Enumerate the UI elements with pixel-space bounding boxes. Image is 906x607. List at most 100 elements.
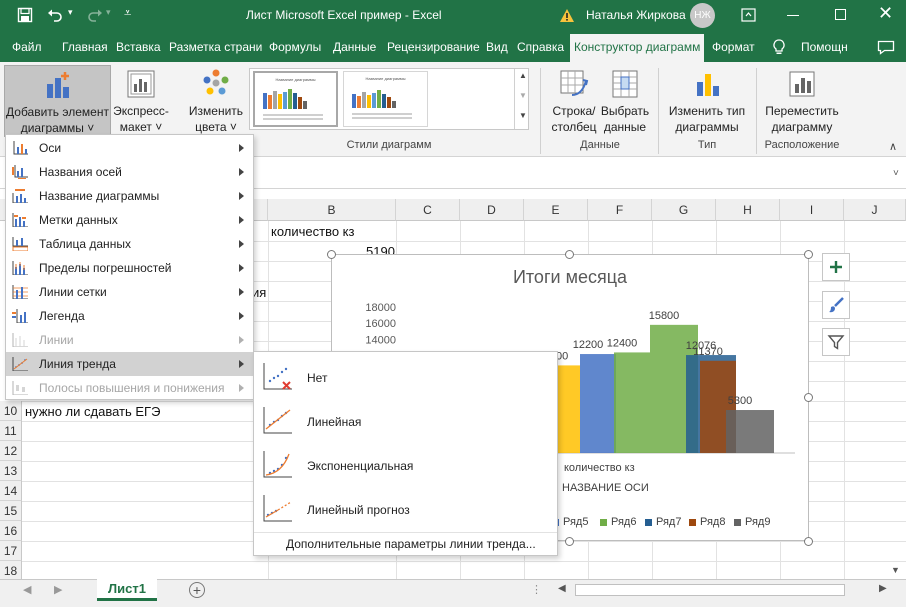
row-header-17[interactable]: 17 xyxy=(0,541,22,561)
user-name[interactable]: Наталья Жиркова xyxy=(586,8,686,22)
menu-item-trendline[interactable]: Линия тренда xyxy=(6,352,253,376)
row-header-13[interactable]: 13 xyxy=(0,461,22,481)
gallery-more-icon[interactable]: ▼ xyxy=(519,111,527,120)
redo-dropdown-icon[interactable]: ▾ xyxy=(106,7,111,18)
row-header-12[interactable]: 12 xyxy=(0,441,22,461)
menu-item-data-table[interactable]: Таблица данных xyxy=(6,232,253,256)
resize-handle-e[interactable] xyxy=(804,393,813,402)
collapse-ribbon-icon[interactable]: ∧ xyxy=(889,140,897,153)
cell-a4-fragment[interactable]: ия xyxy=(252,285,266,300)
data-label[interactable]: 12400 xyxy=(607,337,638,349)
tab-file[interactable]: Файл xyxy=(12,40,42,54)
tab-home[interactable]: Главная xyxy=(62,40,108,54)
row-header-15[interactable]: 15 xyxy=(0,501,22,521)
split-handle-icon[interactable]: ⋮ xyxy=(531,583,542,596)
trendline-linear[interactable]: Линейная xyxy=(254,399,557,441)
column-header-f[interactable]: F xyxy=(588,199,652,221)
data-label[interactable]: 15800 xyxy=(649,310,680,322)
cell-a10[interactable]: нужно ли сдавать ЕГЭ xyxy=(25,404,160,419)
tab-view[interactable]: Вид xyxy=(486,40,508,54)
tab-format[interactable]: Формат xyxy=(712,40,755,54)
customize-qat-icon[interactable]: ⩡ xyxy=(124,5,131,21)
chart-legend[interactable]: Ряд5 Ряд6 Ряд7 Ряд8 Ряд9 xyxy=(552,516,802,530)
hscroll-right-icon[interactable]: ▶ xyxy=(879,583,887,594)
undo-dropdown-icon[interactable]: ▾ xyxy=(68,7,73,18)
chart-bar[interactable] xyxy=(580,354,616,453)
row-header-10[interactable]: 10 xyxy=(0,401,22,421)
hscroll-left-icon[interactable]: ◀ xyxy=(558,583,566,594)
column-header-j[interactable]: J xyxy=(844,199,906,221)
quick-layout-button[interactable]: Экспресс- макет ˅ xyxy=(112,65,170,137)
tab-chart-design[interactable]: Конструктор диаграмм xyxy=(570,34,705,62)
lightbulb-icon[interactable] xyxy=(773,39,785,55)
menu-item-data-labels[interactable]: Метки данных xyxy=(6,208,253,232)
horizontal-scrollbar-thumb[interactable] xyxy=(575,584,845,596)
add-chart-element-button[interactable]: Добавить элемент диаграммы ˅ xyxy=(4,65,111,137)
menu-item-legend[interactable]: Легенда xyxy=(6,304,253,328)
trendline-linear-forecast[interactable]: Линейный прогноз xyxy=(254,487,557,529)
change-chart-type-button[interactable]: Изменить тип диаграммы xyxy=(664,65,750,137)
cell-b1[interactable]: количество кз xyxy=(271,224,354,239)
minimize-icon[interactable] xyxy=(787,15,799,16)
axis-title[interactable]: НАЗВАНИЕ ОСИ xyxy=(562,482,649,494)
close-icon[interactable]: ✕ xyxy=(878,3,893,24)
comments-icon[interactable] xyxy=(877,40,895,55)
column-header-i[interactable]: I xyxy=(780,199,844,221)
switch-row-column-button[interactable]: Строка/ столбец xyxy=(549,65,599,137)
column-header-c[interactable]: C xyxy=(396,199,460,221)
tab-help[interactable]: Справка xyxy=(517,40,564,54)
column-header-d[interactable]: D xyxy=(460,199,524,221)
scroll-right-icon[interactable]: ▶ xyxy=(54,583,62,596)
tell-me-search[interactable]: Помощн xyxy=(801,40,848,54)
tab-review[interactable]: Рецензирование xyxy=(387,40,480,54)
resize-handle-n[interactable] xyxy=(565,250,574,259)
save-icon[interactable] xyxy=(17,7,33,23)
select-data-button[interactable]: Выбрать данные xyxy=(599,65,651,137)
undo-icon[interactable] xyxy=(47,7,63,23)
trendline-exponential[interactable]: Экспоненциальная xyxy=(254,443,557,485)
menu-item-error-bars[interactable]: Пределы погрешностей xyxy=(6,256,253,280)
warning-icon[interactable] xyxy=(559,8,575,23)
chart-style-thumb-1[interactable]: Название диаграммы xyxy=(253,71,338,127)
menu-item-chart-title[interactable]: Название диаграммы xyxy=(6,184,253,208)
resize-handle-nw[interactable] xyxy=(327,250,336,259)
column-header-h[interactable]: H xyxy=(716,199,780,221)
menu-item-axes[interactable]: Оси xyxy=(6,136,253,160)
chart-styles-button[interactable] xyxy=(822,291,850,319)
change-colors-button[interactable]: Изменить цвета ˅ xyxy=(183,65,249,137)
vscroll-down-icon[interactable]: ▼ xyxy=(891,565,900,575)
trendline-more-options[interactable]: Дополнительные параметры линии тренда... xyxy=(286,537,536,551)
column-header-g[interactable]: G xyxy=(652,199,716,221)
resize-handle-ne[interactable] xyxy=(804,250,813,259)
gallery-up-icon[interactable]: ▲ xyxy=(519,71,527,80)
add-sheet-button[interactable]: + xyxy=(189,582,205,598)
redo-icon[interactable] xyxy=(87,7,103,23)
move-chart-button[interactable]: Переместить диаграмму xyxy=(760,65,844,137)
tab-data[interactable]: Данные xyxy=(333,40,376,54)
column-header-e[interactable]: E xyxy=(524,199,588,221)
ribbon-display-options-icon[interactable] xyxy=(741,8,756,22)
gallery-down-icon[interactable]: ▼ xyxy=(519,91,527,100)
tab-insert[interactable]: Вставка xyxy=(116,40,161,54)
data-label[interactable]: 5300 xyxy=(728,395,752,407)
menu-item-axis-titles[interactable]: Названия осей xyxy=(6,160,253,184)
resize-handle-se[interactable] xyxy=(804,537,813,546)
sheet-tab-list1[interactable]: Лист1 xyxy=(97,579,157,601)
expand-formula-bar-icon[interactable]: ˅ xyxy=(893,168,899,179)
tab-page-layout[interactable]: Разметка страни xyxy=(169,40,262,54)
row-header-11[interactable]: 11 xyxy=(0,421,22,441)
row-header-14[interactable]: 14 xyxy=(0,481,22,501)
chart-filters-button[interactable] xyxy=(822,328,850,356)
chart-bar[interactable] xyxy=(726,410,774,453)
scroll-left-icon[interactable]: ◀ xyxy=(23,583,31,596)
data-label[interactable]: 12200 xyxy=(573,339,604,351)
avatar[interactable]: НЖ xyxy=(690,3,715,28)
row-header-16[interactable]: 16 xyxy=(0,521,22,541)
tab-formulas[interactable]: Формулы xyxy=(269,40,321,54)
menu-item-gridlines[interactable]: Линии сетки xyxy=(6,280,253,304)
trendline-none[interactable]: Нет xyxy=(254,355,557,397)
data-label[interactable]: 11370 xyxy=(693,346,723,358)
row-header-18[interactable]: 18 xyxy=(0,561,22,579)
chart-style-thumb-2[interactable]: Название диаграммы xyxy=(343,71,428,127)
resize-handle-s[interactable] xyxy=(565,537,574,546)
